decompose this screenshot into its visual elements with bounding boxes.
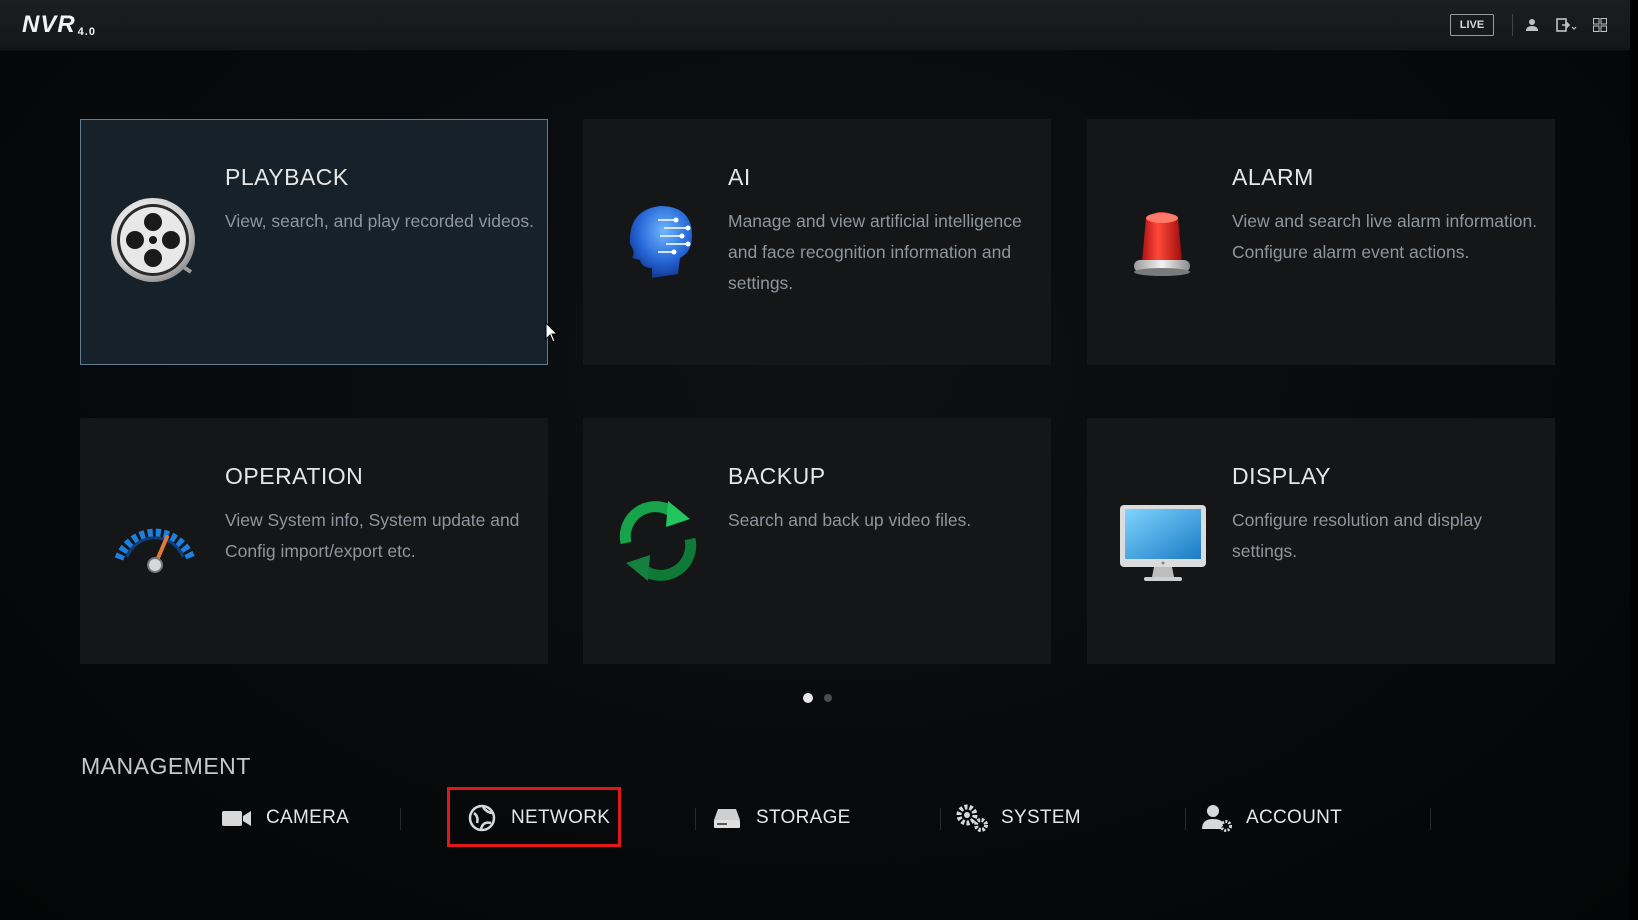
gears-icon <box>953 803 991 833</box>
management-separator <box>1430 808 1431 830</box>
logout-icon[interactable] <box>1556 14 1578 36</box>
account-icon <box>1198 803 1236 833</box>
card-title: DISPLAY <box>1232 463 1331 489</box>
card-alarm[interactable]: ALARM View and search live alarm informa… <box>1087 119 1555 365</box>
pager-dot-2[interactable] <box>824 694 832 702</box>
card-playback[interactable]: PLAYBACK View, search, and play recorded… <box>80 119 548 365</box>
camera-icon <box>218 803 256 833</box>
card-operation[interactable]: OPERATION View System info, System updat… <box>80 418 548 664</box>
card-description: Search and back up video files. <box>728 510 972 530</box>
management-label: STORAGE <box>756 807 851 828</box>
backup-arrows-icon <box>608 491 708 591</box>
film-reel-icon <box>105 192 205 292</box>
card-display[interactable]: DISPLAY Configure resolution and display… <box>1087 418 1555 664</box>
management-label: ACCOUNT <box>1246 807 1343 828</box>
network-highlight-box <box>447 787 621 847</box>
card-description: Manage and view artificial intelligence … <box>728 211 1022 293</box>
management-title: MANAGEMENT <box>81 753 251 779</box>
pager-dot-1[interactable] <box>803 693 813 703</box>
management-account[interactable]: ACCOUNT <box>1198 790 1342 846</box>
management-label: CAMERA <box>266 807 350 828</box>
card-title: ALARM <box>1232 164 1314 190</box>
top-divider <box>1512 14 1513 36</box>
card-title: OPERATION <box>225 463 364 489</box>
card-title: BACKUP <box>728 463 826 489</box>
card-description: View and search live alarm information. … <box>1232 211 1538 262</box>
card-description: View System info, System update and Conf… <box>225 510 520 561</box>
management-separator <box>695 808 696 830</box>
live-button[interactable]: LIVE <box>1450 14 1494 36</box>
alarm-light-icon <box>1112 192 1212 292</box>
nvr-logo: NVR 4.0 <box>22 11 96 38</box>
management-system[interactable]: SYSTEM <box>953 790 1081 846</box>
user-icon[interactable] <box>1521 14 1543 36</box>
card-title: PLAYBACK <box>225 164 349 190</box>
nvr-main-menu: NVR 4.0 LIVE PLAYBACK View, search, and … <box>0 0 1638 920</box>
storage-drive-icon <box>708 803 746 833</box>
management-separator <box>940 808 941 830</box>
mouse-cursor-icon <box>545 321 559 349</box>
card-ai[interactable]: AI Manage and view artificial intelligen… <box>583 119 1051 365</box>
gauge-icon <box>105 491 205 591</box>
top-bar: NVR 4.0 LIVE <box>0 0 1638 51</box>
management-separator <box>1185 808 1186 830</box>
card-description: View, search, and play recorded videos. <box>225 211 535 231</box>
card-description: Configure resolution and display setting… <box>1232 510 1483 561</box>
card-title: AI <box>728 164 751 190</box>
management-storage[interactable]: STORAGE <box>708 790 851 846</box>
management-label: SYSTEM <box>1001 807 1081 828</box>
card-backup[interactable]: BACKUP Search and back up video files. <box>583 418 1051 664</box>
management-separator <box>400 808 401 830</box>
grid-icon[interactable] <box>1589 14 1611 36</box>
ai-head-icon <box>608 192 708 292</box>
monitor-icon <box>1112 491 1212 591</box>
management-camera[interactable]: CAMERA <box>218 790 349 846</box>
